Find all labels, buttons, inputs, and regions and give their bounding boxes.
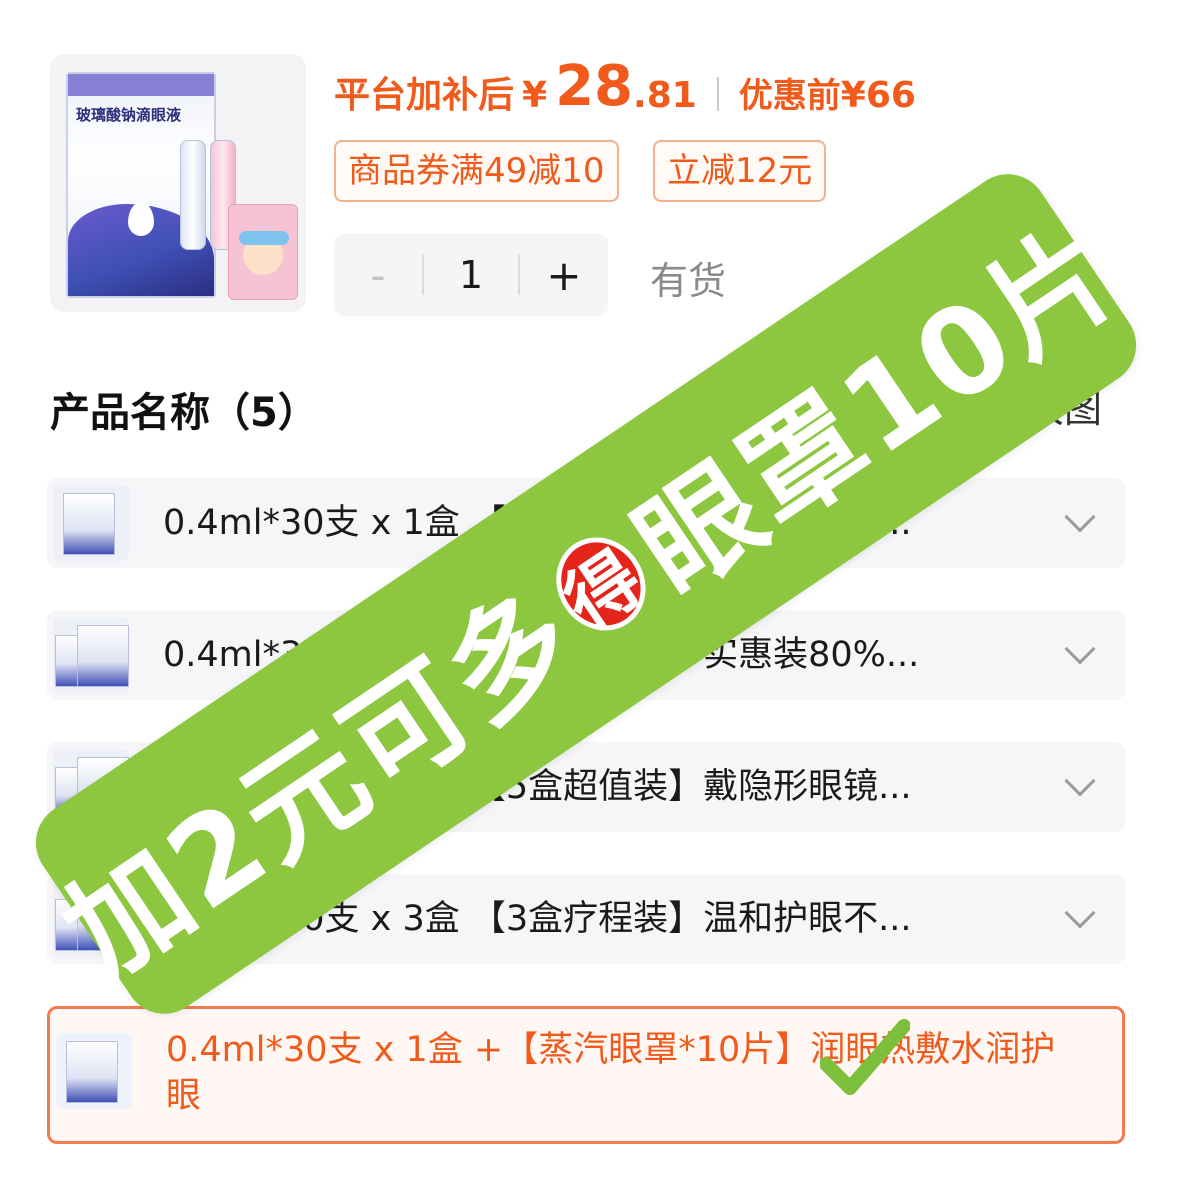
option-thumbnail — [53, 881, 129, 957]
option-label: 0.4ml*30支 x 5盒 【5盒超值装】戴隐形眼镜... — [163, 767, 912, 807]
option-label: 0.4ml*30支 x 1盒 +【蒸汽眼罩*10片】润眼热敷水润护眼 — [166, 1030, 1056, 1116]
eye-mask-sachet-illustration — [228, 204, 298, 300]
original-price: ¥66 — [840, 75, 916, 116]
option-thumbnail — [53, 485, 129, 561]
stock-status: 有货 — [650, 259, 727, 303]
product-box-title: 玻璃酸钠滴眼液 — [76, 106, 182, 124]
option-label: 0.4ml*30支 x 3盒 【3盒疗程装】温和护眼不... — [163, 899, 912, 939]
coupon-badge[interactable]: 商品券满49减10 — [334, 140, 619, 202]
chevron-down-icon — [1064, 501, 1096, 533]
price-line: 平台加补后 ¥ 28 .81 优惠前 ¥66 — [334, 55, 916, 119]
original-price-label: 优惠前 — [738, 76, 841, 116]
option-thumbnail — [56, 1033, 132, 1109]
increase-button[interactable]: + — [520, 234, 608, 316]
option-thumbnail — [53, 749, 129, 825]
currency-symbol: ¥ — [522, 75, 548, 116]
view-toggle-label: 大图 — [1026, 387, 1103, 431]
grid-icon — [966, 385, 1006, 426]
checkmark-icon — [820, 1019, 910, 1095]
option-row[interactable]: 0.4ml*30支 x 3盒 【3盒疗程装】温和护眼不... — [47, 874, 1125, 964]
vial-illustration — [180, 140, 206, 250]
option-row[interactable]: 0.4ml*30支 x 2盒 【2盒囤货装！实惠装80%... — [47, 610, 1125, 700]
section-title: 产品名称（5） — [50, 390, 318, 436]
price-integer: 28 — [555, 54, 634, 119]
chevron-down-icon — [1064, 633, 1096, 665]
option-thumbnail — [53, 617, 129, 693]
chevron-down-icon — [1064, 765, 1096, 797]
option-row[interactable]: 0.4ml*30支 x 5盒 【5盒超值装】戴隐形眼镜... — [47, 742, 1125, 832]
large-image-view-toggle[interactable]: 大图 — [966, 378, 1102, 433]
option-label: 0.4ml*30支 x 2盒 【2盒囤货装！实惠装80%... — [163, 635, 920, 675]
discount-badge[interactable]: 立减12元 — [653, 140, 827, 202]
option-row[interactable]: 0.4ml*30支 x 1盒 【1盒便携次抛型】不含防... — [47, 478, 1125, 568]
quantity-value[interactable]: 1 — [424, 253, 518, 297]
chevron-down-icon — [1064, 897, 1096, 929]
quantity-stepper: - 1 + — [334, 234, 608, 316]
option-label: 0.4ml*30支 x 1盒 【1盒便携次抛型】不含防... — [163, 503, 912, 543]
price-label: 平台加补后 — [334, 75, 515, 116]
product-main-image[interactable]: 玻璃酸钠滴眼液 — [50, 54, 306, 312]
price-divider — [716, 77, 719, 111]
price-decimal: .81 — [633, 75, 697, 116]
option-row-selected[interactable]: 0.4ml*30支 x 1盒 +【蒸汽眼罩*10片】润眼热敷水润护眼 — [47, 1006, 1125, 1144]
decrease-button[interactable]: - — [334, 234, 422, 316]
